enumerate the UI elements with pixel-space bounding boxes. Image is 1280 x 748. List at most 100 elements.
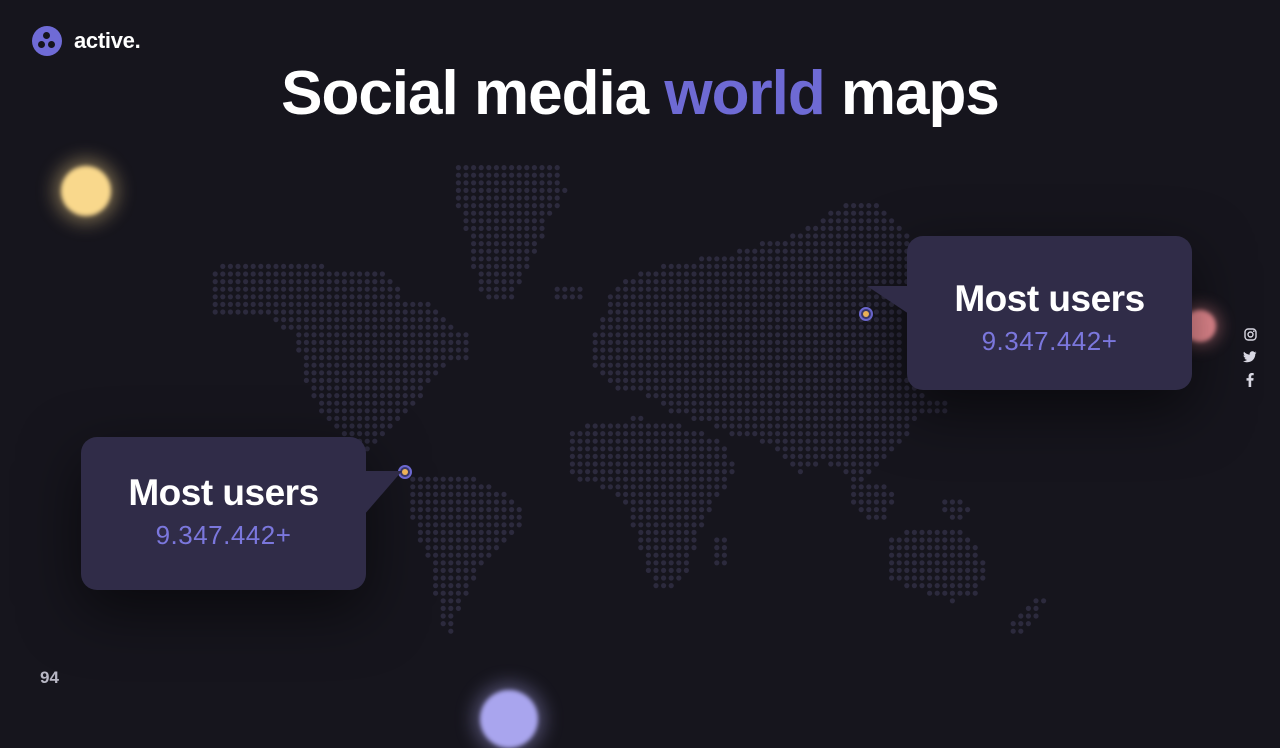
map-dot [706,415,712,421]
map-dot [349,408,355,414]
map-dot [303,339,309,345]
map-dot [714,355,720,361]
map-dot [942,583,948,589]
map-dot [326,286,332,292]
twitter-icon[interactable] [1243,351,1257,363]
map-dot [683,461,690,467]
map-dot [463,476,469,482]
map-dot [349,431,355,437]
map-dot [691,355,697,361]
map-dot [645,567,652,574]
map-dot [683,377,690,383]
map-dot [417,362,423,368]
map-dot [706,408,712,414]
map-dot [699,461,705,467]
map-dot [440,362,446,368]
map-dot [372,415,378,421]
map-dot [843,370,849,376]
map-dot [911,567,918,574]
map-dot [889,339,895,345]
map-dot [615,453,621,459]
map-dot [706,385,712,391]
map-dot [790,309,796,315]
map-dot [349,309,355,315]
map-dot [729,324,735,330]
map-dot [471,172,477,178]
map-dot [699,332,705,338]
map-dot [493,491,499,497]
map-dot [493,507,499,513]
map-dot [623,294,629,300]
map-dot [927,400,933,406]
instagram-icon[interactable] [1243,328,1257,341]
map-dot [653,514,659,520]
map-dot [805,241,811,247]
facebook-icon[interactable] [1246,373,1254,387]
map-dot [554,172,560,178]
map-dot [820,317,826,323]
map-dot [706,461,712,467]
map-dot [661,567,667,574]
map-dot [661,583,667,589]
map-dot [805,233,811,239]
map-dot [813,377,819,383]
map-dot [676,393,682,399]
map-dot [585,431,591,437]
map-dot [319,370,325,376]
map-dot [813,370,819,376]
map-dot [790,461,796,467]
map-dot [691,332,697,338]
map-dot [486,225,492,231]
map-dot [896,355,902,361]
map-dot [767,263,773,269]
map-dot [896,225,902,231]
map-dot [896,385,902,391]
map-dot [440,567,446,574]
map-dot [957,529,963,536]
map-dot [653,545,659,551]
map-dot [828,438,834,444]
map-dot [364,339,370,345]
map-dot [721,263,728,269]
map-dot [349,400,355,406]
map-dot [767,415,773,421]
map-dot [326,347,332,353]
map-dot [653,575,659,581]
map-dot [889,408,895,414]
map-dot [334,279,340,285]
callout-value: 9.347.442+ [155,520,292,550]
map-dot [341,339,347,345]
map-dot [851,347,857,353]
map-dot [881,233,887,239]
map-dot [357,362,363,368]
map-dot [843,461,849,467]
map-dot [653,339,659,345]
map-dot [706,362,712,368]
map-dot [797,415,804,421]
map-dot [379,301,385,307]
map-dot [676,355,682,361]
map-dot [828,461,834,467]
map-dot [455,560,461,566]
map-dot [250,286,256,292]
map-dot [334,339,340,345]
map-dot [364,309,370,315]
map-dot [410,317,416,323]
map-dot [645,355,652,361]
map-dot [965,507,971,513]
map-dot [311,309,317,315]
map-dot [805,370,811,376]
map-dot [775,385,781,391]
map-dot [820,294,826,300]
map-dot [919,583,925,589]
map-dot [516,256,522,262]
map-dot [501,210,507,216]
map-dot [881,438,887,444]
map-dot [501,263,507,269]
map-dot [782,431,788,437]
map-dot [425,484,431,490]
map-dot [311,339,317,345]
map-dot [767,317,773,323]
map-dot [919,408,925,414]
map-dot [1025,613,1031,619]
